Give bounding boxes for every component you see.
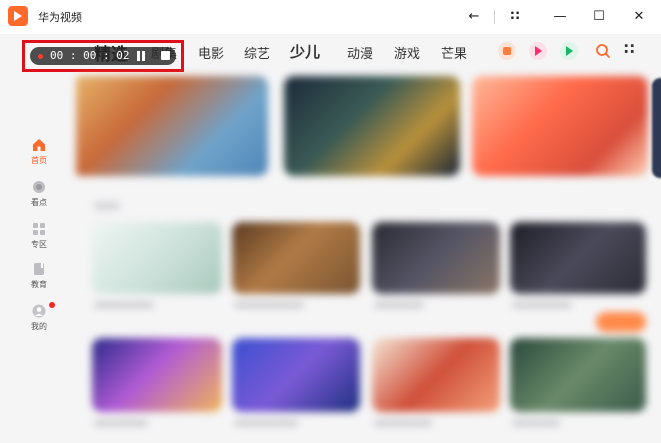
banner-card[interactable]	[76, 76, 268, 176]
close-icon[interactable]: ✕	[629, 7, 649, 27]
app-icon-green[interactable]	[560, 42, 578, 60]
video-card[interactable]	[510, 338, 646, 412]
pause-icon[interactable]	[136, 51, 146, 61]
video-card[interactable]	[372, 222, 500, 294]
video-caption	[94, 302, 154, 308]
title-bar: 华为视频 ← ∷ — ☐ ✕	[0, 0, 661, 34]
sidebar-item-home[interactable]: 首页	[22, 138, 56, 174]
video-card[interactable]	[232, 338, 360, 412]
more-icon[interactable]: ∷	[624, 40, 634, 58]
grip-icon[interactable]: ∷	[505, 7, 525, 27]
watch-icon	[33, 181, 45, 193]
grid-icon	[33, 223, 45, 235]
content-area	[76, 74, 661, 443]
video-caption	[512, 302, 572, 308]
video-caption	[374, 302, 424, 308]
video-caption	[374, 420, 432, 426]
app-title: 华为视频	[38, 11, 82, 24]
tab-dongman[interactable]: 动漫	[347, 43, 373, 62]
sidebar-item-label: 看点	[31, 198, 47, 207]
search-icon[interactable]	[594, 42, 612, 60]
banner-card[interactable]	[284, 76, 460, 176]
tab-mangguo[interactable]: 芒果	[441, 43, 467, 62]
recording-timer: 00 : 00 : 02	[50, 49, 130, 62]
back-icon[interactable]: ←	[464, 7, 484, 27]
minimize-icon[interactable]: —	[550, 7, 570, 27]
tab-shaoer[interactable]: 少儿	[290, 41, 320, 62]
sidebar-item-kandian[interactable]: 看点	[22, 180, 56, 216]
recording-frame: 00 : 00 : 02	[22, 40, 184, 72]
video-card[interactable]	[92, 338, 222, 412]
video-caption	[234, 420, 298, 426]
maximize-icon[interactable]: ☐	[589, 7, 609, 27]
notification-badge	[49, 302, 55, 308]
sidebar-item-label: 首页	[31, 156, 47, 165]
video-caption	[94, 420, 148, 426]
promo-badge[interactable]	[596, 312, 646, 332]
sidebar-item-jiaoyu[interactable]: 教育	[22, 262, 56, 298]
sidebar-item-label: 我的	[31, 322, 47, 331]
tab-dianying[interactable]: 电影	[198, 43, 224, 62]
sidebar-item-wode[interactable]: 我的	[22, 302, 56, 340]
app-logo-icon	[8, 6, 28, 26]
app-icon-orange[interactable]	[498, 42, 516, 60]
tab-zongyi[interactable]: 综艺	[244, 43, 270, 62]
app-icon-pink[interactable]	[529, 42, 547, 60]
sidebar-item-label: 专区	[31, 240, 47, 249]
avatar-icon	[32, 304, 46, 318]
video-caption	[234, 302, 304, 308]
video-caption	[512, 420, 560, 426]
banner-card[interactable]	[472, 76, 648, 176]
video-card[interactable]	[92, 222, 222, 294]
video-card[interactable]	[510, 222, 646, 294]
recording-toolbar: 00 : 00 : 02	[30, 47, 176, 65]
carousel-next-peek[interactable]	[652, 78, 661, 178]
sidebar-item-label: 教育	[31, 280, 47, 289]
recording-dot-icon	[38, 54, 43, 59]
video-card[interactable]	[372, 338, 500, 412]
book-icon	[34, 263, 44, 275]
sidebar-item-zhuanqu[interactable]: 专区	[22, 222, 56, 258]
video-card[interactable]	[232, 222, 360, 294]
app-window: 华为视频 ← ∷ — ☐ ✕ 精选 剧集 电影 综艺 少儿 动漫 游戏 芒果 ∷	[0, 0, 661, 443]
section-title	[94, 202, 120, 210]
tab-youxi[interactable]: 游戏	[394, 43, 420, 62]
home-icon	[33, 139, 45, 151]
titlebar-divider	[494, 10, 495, 24]
sidebar: 首页 看点 专区 教育 我的	[0, 74, 76, 443]
stop-icon[interactable]	[161, 51, 170, 60]
